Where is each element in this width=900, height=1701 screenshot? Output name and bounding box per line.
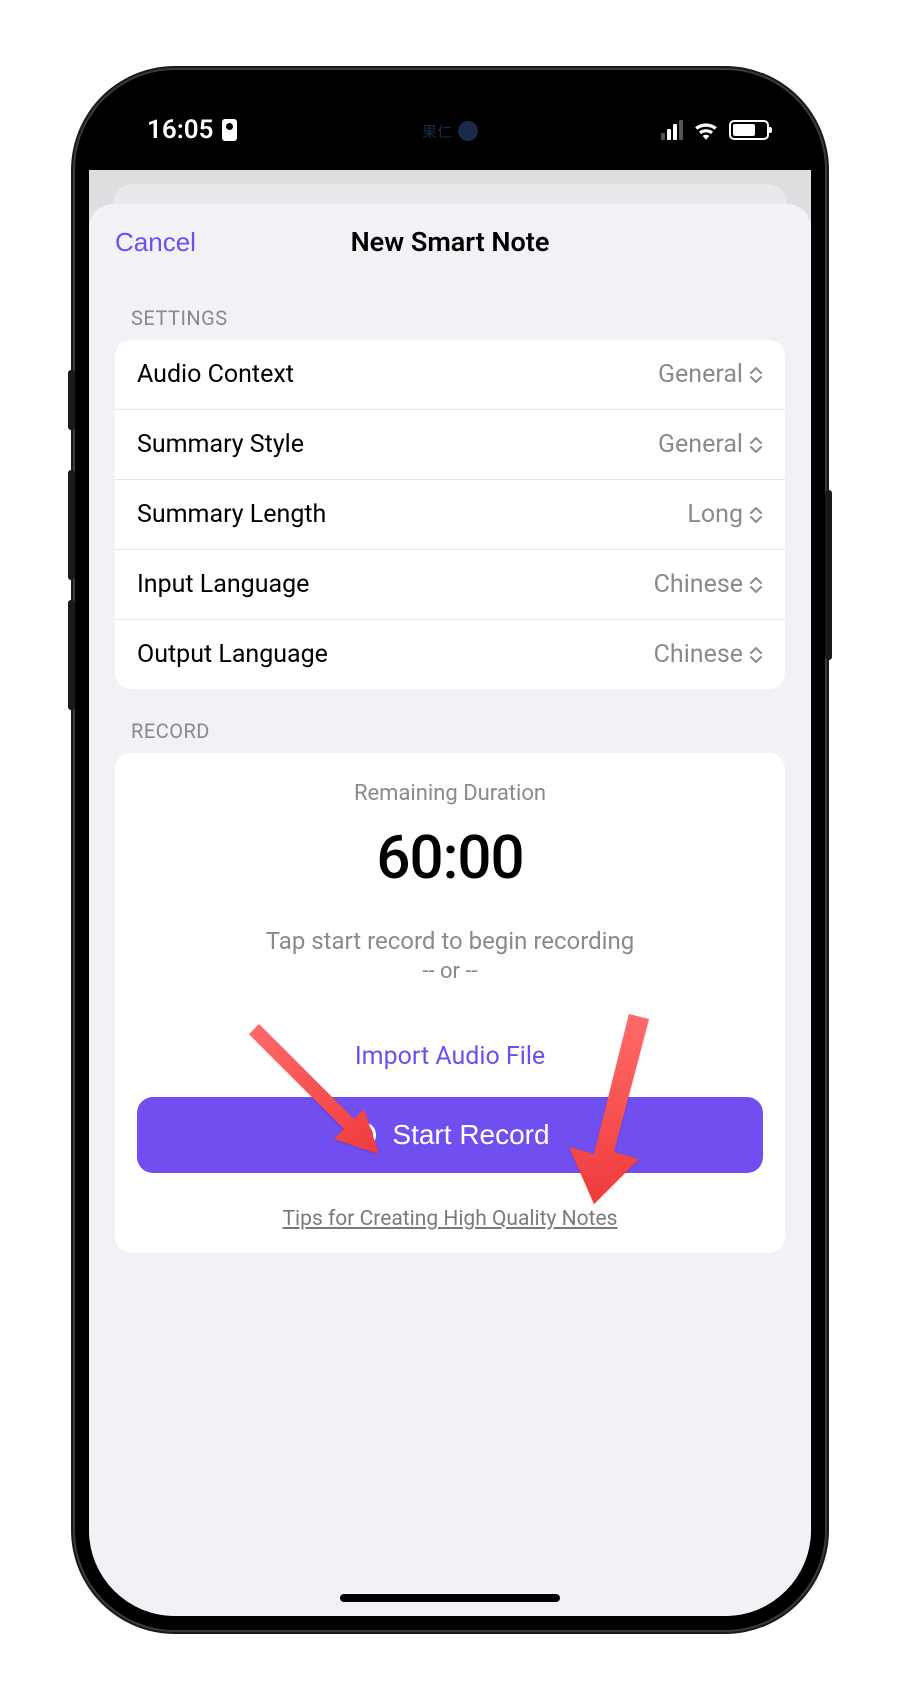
row-audio-context[interactable]: Audio Context General xyxy=(115,340,785,410)
row-label: Audio Context xyxy=(137,360,294,389)
row-input-language[interactable]: Input Language Chinese xyxy=(115,550,785,620)
island-avatar-icon xyxy=(458,121,478,141)
battery-icon xyxy=(729,120,769,140)
phone-frame: 果仁 16:05 xyxy=(75,70,825,1630)
row-label: Output Language xyxy=(137,640,328,669)
record-section-header: RECORD xyxy=(89,689,811,753)
row-output-language[interactable]: Output Language Chinese xyxy=(115,620,785,689)
wifi-icon xyxy=(693,120,719,140)
settings-card: Audio Context General Summary Style Gene… xyxy=(115,340,785,689)
row-value: Chinese xyxy=(654,570,743,599)
sheet-title: New Smart Note xyxy=(115,226,785,258)
status-left: 16:05 xyxy=(147,109,237,145)
row-value: Chinese xyxy=(654,640,743,669)
up-down-chevron-icon xyxy=(749,577,763,593)
start-record-label: Start Record xyxy=(392,1119,549,1151)
up-down-chevron-icon xyxy=(749,367,763,383)
tips-link[interactable]: Tips for Creating High Quality Notes xyxy=(137,1207,763,1231)
record-card: Remaining Duration 60:00 Tap start recor… xyxy=(115,753,785,1253)
cancel-button[interactable]: Cancel xyxy=(115,227,196,258)
up-down-chevron-icon xyxy=(749,437,763,453)
volume-up-button xyxy=(68,470,75,580)
settings-section-header: SETTINGS xyxy=(89,276,811,340)
clock: 16:05 xyxy=(147,115,214,145)
phone-screen: 果仁 16:05 xyxy=(89,84,811,1616)
up-down-chevron-icon xyxy=(749,647,763,663)
power-button xyxy=(825,490,832,660)
row-label: Input Language xyxy=(137,570,309,599)
row-value: General xyxy=(658,360,743,389)
row-label: Summary Style xyxy=(137,430,304,459)
record-icon xyxy=(350,1122,376,1148)
remaining-duration-value: 60:00 xyxy=(137,822,763,893)
record-hint-or: -- or -- xyxy=(137,959,763,984)
row-value: Long xyxy=(687,500,743,529)
remaining-duration-label: Remaining Duration xyxy=(137,781,763,806)
up-down-chevron-icon xyxy=(749,507,763,523)
volume-down-button xyxy=(68,600,75,710)
row-value: General xyxy=(658,430,743,459)
row-label: Summary Length xyxy=(137,500,326,529)
island-text: 果仁 xyxy=(422,121,452,142)
sim-card-icon xyxy=(222,119,237,141)
row-summary-length[interactable]: Summary Length Long xyxy=(115,480,785,550)
dynamic-island: 果仁 xyxy=(352,106,548,156)
sheet-header: Cancel New Smart Note xyxy=(89,204,811,276)
record-hint: Tap start record to begin recording xyxy=(137,927,763,955)
row-summary-style[interactable]: Summary Style General xyxy=(115,410,785,480)
silence-switch xyxy=(68,370,75,430)
import-audio-link[interactable]: Import Audio File xyxy=(355,1042,545,1071)
start-record-button[interactable]: Start Record xyxy=(137,1097,763,1173)
home-indicator[interactable] xyxy=(340,1594,560,1602)
cellular-signal-icon xyxy=(661,120,683,140)
new-note-sheet: Cancel New Smart Note SETTINGS Audio Con… xyxy=(89,204,811,1616)
status-right xyxy=(661,114,769,140)
